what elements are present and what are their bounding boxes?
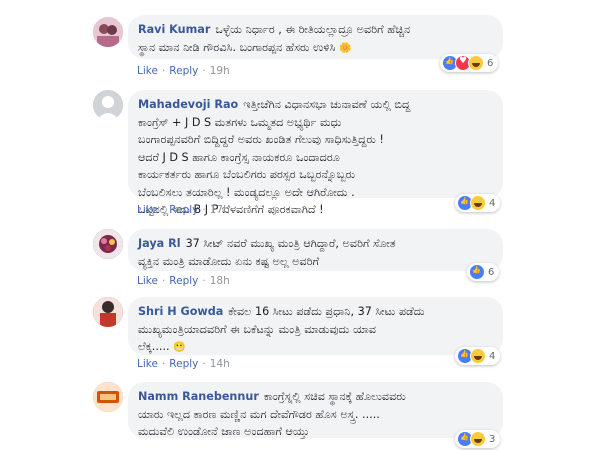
haha-reaction-icon [470,195,486,211]
comment-text: ಕಾರ್ಯಕರ್ತರು ಹಾಗೂ ಬೆಂಬಲಿಗರು ಪರಸ್ಪರ ಒಬ್ಬರನ… [138,168,356,181]
comment-author[interactable]: Mahadevoji Rao [138,98,238,111]
comment-text: ಯಾರು ಇಲ್ಲದ ಕಾರಣ ಮಣ್ಣಿನ ಮಗ ದೇವೆಗೌಡರ ಹೊಸ ಅ… [138,407,380,421]
comment-actions: Like · Reply · 14h [137,358,230,370]
avatar[interactable] [93,297,123,327]
reaction-summary[interactable]: 3 [455,430,501,448]
comment-text: ಸ್ಥಾನ ಮಾನ ನೀಡಿ ಗೌರವಿಸಿ. ಬಂಗಾರಪ್ಪನ ಹೆಸರು … [138,40,336,54]
reply-link[interactable]: Reply [169,204,198,216]
haha-reaction-icon [470,431,486,447]
reaction-count: 4 [489,350,496,362]
comment-text: ಮುಖ್ಯಮಂತ್ರಿಯಾದವರಿಗೆ ಈ ಬಕೆಟನ್ನು ಮಂತ್ರಿ ಮಾ… [138,322,377,336]
reaction-summary[interactable]: 4 [455,194,501,212]
haha-reaction-icon [470,348,486,364]
like-link[interactable]: Like [137,65,158,77]
comment-text: ಇತ್ತೀಚೆಗಿನ ವಿಧಾನಸಭಾ ಚುನಾವಣೆ ಯಲ್ಲಿ ಬಿದ್ದ [243,98,411,111]
comment-author[interactable]: Shri H Gowda [138,305,223,318]
comment-timestamp[interactable]: 14h [210,358,230,370]
comment-bubble: Shri H Gowda ಕೇವಲ 16 ಸೀಟು ಪಡೆದು ಪ್ರಧಾನಿ, … [128,297,503,355]
reaction-count: 6 [488,266,495,278]
comment-author[interactable]: Jaya Rl [138,237,181,250]
comment-text: ಆದರೆ J D S ಹಾಗೂ ಕಾಂಗ್ರೆಸ್ಸ ನಾಯಕರೂ ಒಂದಾದರ… [138,150,340,164]
comment-bubble: Ravi Kumar ಒಳ್ಳೆಯ ನಿರ್ಧಾರ , ಈ ರೀತಿಯಲ್ಲಾದ್… [128,15,503,59]
haha-reaction-icon [468,55,484,71]
comment-author[interactable]: Namm Ranebennur [138,390,259,403]
like-link[interactable]: Like [137,204,158,216]
comment-text: ವ್ಯಕ್ತಿನ ಮಂತ್ರಿ ಮಾಡೋದು ಏನು ಕಷ್ಟ ಅಲ್ಲ ಅವರ… [138,254,320,268]
comment-text: ಲೆಕ್ಕ..... [138,340,170,353]
comment-bubble: Jaya Rl 37 ಸೀಟ್ ನವರೆ ಮುಖ್ಯ ಮಂತ್ರಿ ಆಗಿದ್ದಾ… [128,229,503,271]
comment-text: ಬಂಗಾರಪ್ಪನವರಿಗೆ ಬಿದ್ದಿದ್ದರೆ ಅವರು ಖಂಡಿತ ಗೆ… [138,133,384,146]
comment-actions: Like · Reply · 19h [137,65,230,77]
comment-timestamp[interactable]: 18h [210,275,230,287]
comment-author[interactable]: Ravi Kumar [138,23,210,36]
reaction-summary[interactable]: 6 [440,54,499,72]
comment-text: ಕಾಂಗ್ರೆಸ್ + J D S ಮತಗಳು ಒಮ್ಮತದ ಅಭ್ಯರ್ಥಿ … [138,115,342,129]
reaction-count: 4 [489,197,496,209]
avatar[interactable] [93,229,123,259]
reply-link[interactable]: Reply [169,65,198,77]
comment-bubble: Namm Ranebennur ಕಾಂಗ್ರೆಸ್ನಲ್ಲಿ ಸಚಿವ ಸ್ಥಾನ… [128,382,503,438]
comment-bubble: Mahadevoji Rao ಇತ್ತೀಚೆಗಿನ ವಿಧಾನಸಭಾ ಚುನಾವಣ… [128,90,503,216]
comment-text: ಕಾಂಗ್ರೆಸ್ನಲ್ಲಿ ಸಚಿವ ಸ್ಥಾನಕ್ಕೆ ಹೊಲುವವರು [263,390,406,403]
avatar[interactable] [93,382,123,412]
bouquet-emoji-icon: 🌼 [339,42,352,54]
comment-text: 37 ಸೀಟ್ ನವರೆ ಮುಖ್ಯ ಮಂತ್ರಿ ಆಗಿದ್ದಾರೆ, ಅವರ… [185,237,396,250]
grinning-emoji-icon: 😬 [173,342,186,353]
avatar[interactable] [93,17,123,47]
comment-text: ಕೇವಲ 16 ಸೀಟು ಪಡೆದು ಪ್ರಧಾನಿ, 37 ಸೀಟು ಪಡೆದ… [228,305,425,318]
like-link[interactable]: Like [137,358,158,370]
reaction-count: 3 [489,433,496,445]
reaction-summary[interactable]: 6 [467,263,500,281]
reaction-count: 6 [487,57,494,69]
like-link[interactable]: Like [137,275,158,287]
comment-text: ಬೆಂಬಲಿಸಲು ತಯಾರಿಲ್ಲ ! ಮಂಡ್ಯದಲ್ಲೂ ಅದೇ ಆಗಿರ… [138,185,355,199]
avatar[interactable] [93,90,123,120]
reaction-summary[interactable]: 4 [455,347,501,365]
comment-timestamp[interactable]: 19h [210,65,230,77]
comment-timestamp[interactable]: 17h [210,204,230,216]
reply-link[interactable]: Reply [169,358,198,370]
like-reaction-icon [469,264,485,280]
comment-text: ಮದುವೆಲಿ ಉಂಡೋನೆ ಜಾಣ ಅಂದಹಾಗೆ ಆಯ್ತು [138,425,310,438]
reply-link[interactable]: Reply [169,275,198,287]
comment-text: ಒಳ್ಳೆಯ ನಿರ್ಧಾರ , ಈ ರೀತಿಯಲ್ಲಾದ್ರೂ ಅವರಿಗೆ … [215,23,411,36]
comment-actions: Like · Reply · 18h [137,275,230,287]
comment-actions: Like · Reply · 17h [137,204,230,216]
